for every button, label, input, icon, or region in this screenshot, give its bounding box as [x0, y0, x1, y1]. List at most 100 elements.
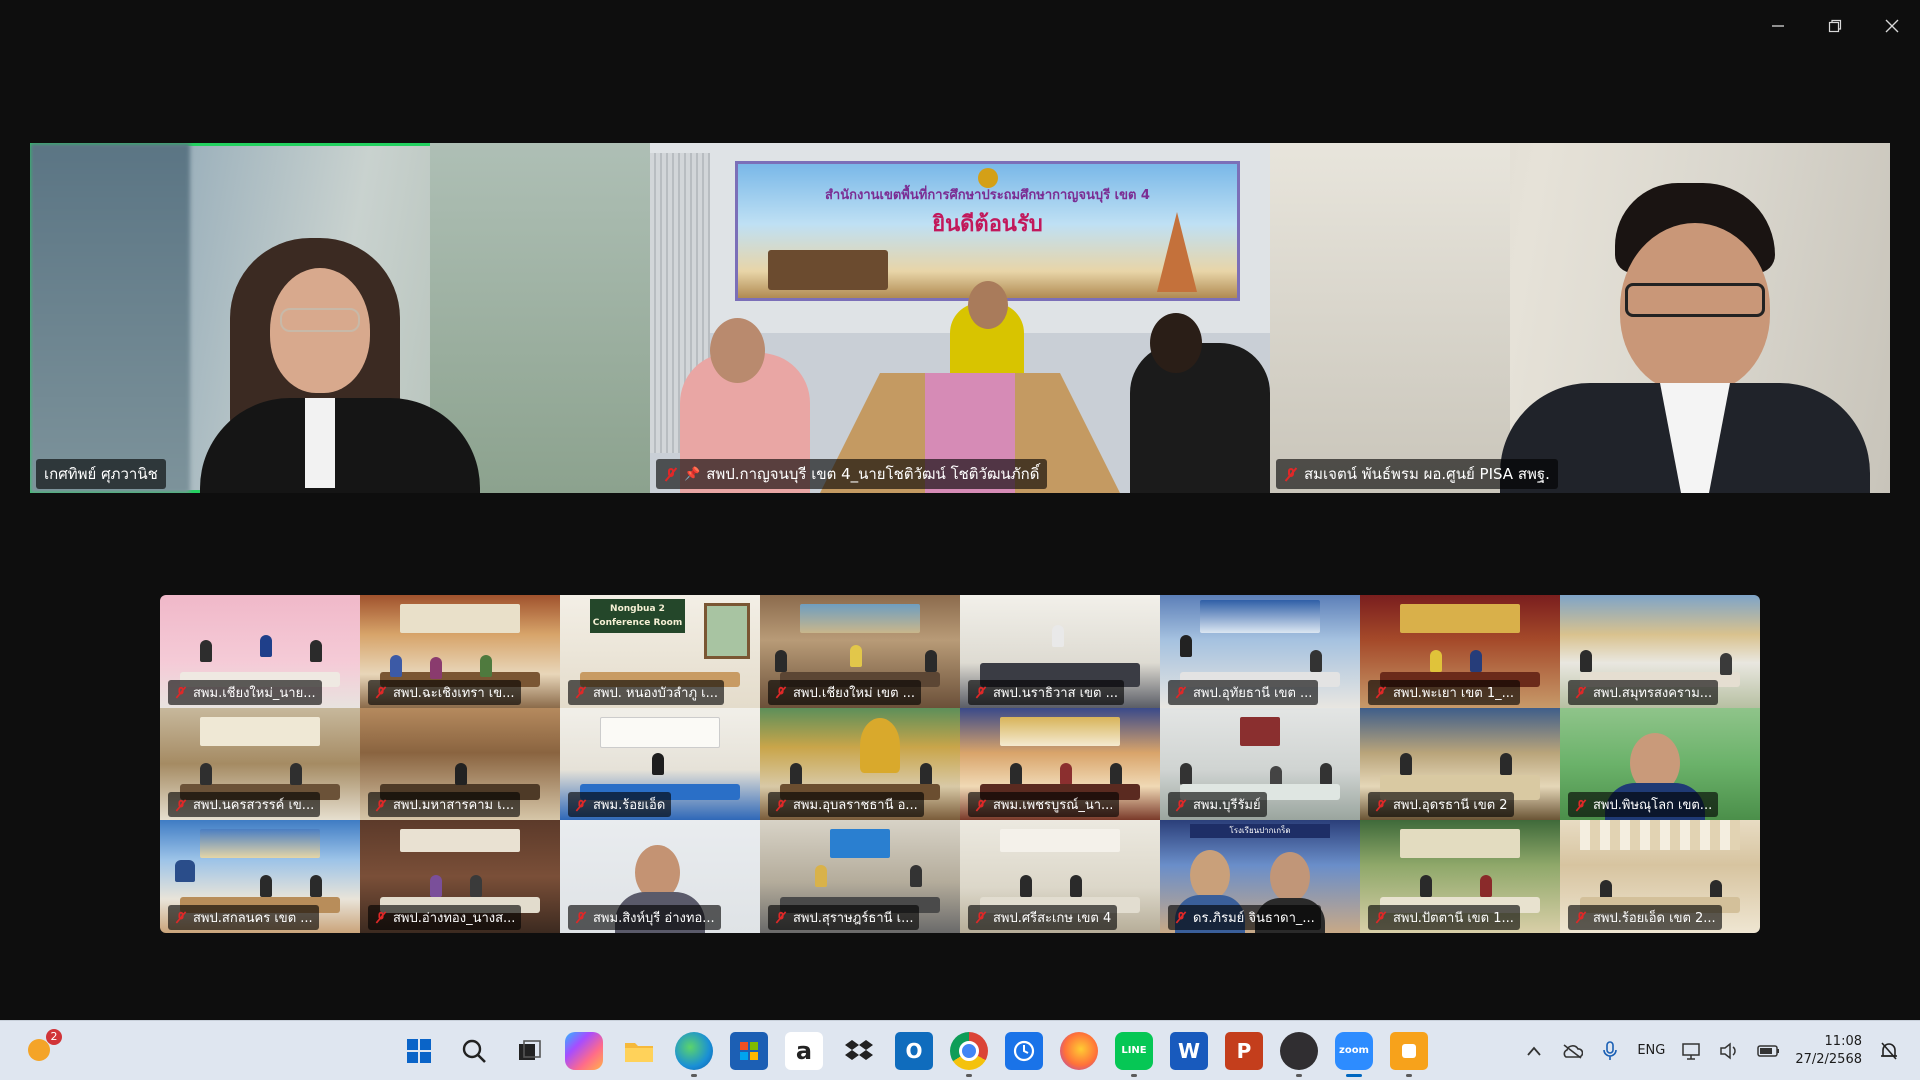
- outlook-icon[interactable]: O: [895, 1031, 933, 1070]
- mic-muted-icon: [975, 911, 987, 923]
- gallery-tile[interactable]: สพป.ปัตตานี เขต 1...: [1360, 820, 1560, 933]
- gallery-tile[interactable]: สพม.บุรีรัมย์: [1160, 707, 1360, 821]
- dropbox-icon[interactable]: [840, 1032, 878, 1070]
- mic-muted-icon: [575, 686, 587, 698]
- mic-muted-icon: [1375, 686, 1387, 698]
- gallery-tile[interactable]: สพป.อุทัยธานี เขต ...: [1160, 595, 1360, 708]
- gallery-tile[interactable]: สพป.พิษณุโลก เขต...: [1560, 707, 1760, 821]
- mic-muted-icon: [1284, 467, 1298, 481]
- clock-time: 11:08: [1824, 1033, 1862, 1049]
- powerpoint-icon[interactable]: P: [1225, 1031, 1263, 1070]
- battery-icon[interactable]: [1757, 1040, 1780, 1062]
- notifications-bell-icon[interactable]: [1878, 1040, 1900, 1062]
- participant-label: สพป.เชียงใหม่ เขต ...: [768, 679, 922, 705]
- participant-label: สพป.อุดรธานี เขต 2: [1368, 792, 1514, 818]
- gallery-tile[interactable]: สพป.นครสวรรค์ เข...: [160, 707, 360, 821]
- word-icon[interactable]: W: [1170, 1031, 1208, 1070]
- weather-widget[interactable]: 2: [24, 1029, 62, 1067]
- gallery-tile[interactable]: สพป.นราธิวาส เขต ...: [960, 595, 1160, 708]
- speaker-tile[interactable]: สมเจตน์ พันธ์พรม ผอ.ศูนย์ PISA สพฐ.: [1270, 143, 1890, 493]
- gallery-tile[interactable]: สพป.สมุทรสงคราม...: [1560, 595, 1760, 708]
- restore-icon[interactable]: [1806, 0, 1863, 52]
- gallery-tile[interactable]: สพม.ร้อยเอ็ด: [560, 707, 760, 821]
- mic-muted-icon: [975, 799, 987, 811]
- mic-muted-icon: [775, 799, 787, 811]
- gallery-tile[interactable]: สพป.ร้อยเอ็ด เขต 2...: [1560, 820, 1760, 933]
- copilot-icon[interactable]: [565, 1031, 603, 1070]
- speaker-tile[interactable]: สำนักงานเขตพื้นที่การศึกษาประถมศึกษากาญจ…: [650, 143, 1270, 493]
- mic-muted-icon: [1175, 799, 1187, 811]
- pin-icon: 📌: [684, 466, 701, 482]
- line-icon[interactable]: LINE: [1115, 1031, 1153, 1077]
- gallery-tile[interactable]: สพป.อุดรธานี เขต 2: [1360, 707, 1560, 821]
- gallery-tile[interactable]: สพป.สกลนคร เขต ...: [160, 820, 360, 933]
- participant-label: สพม.ร้อยเอ็ด: [568, 792, 672, 818]
- participant-video: [1500, 183, 1870, 493]
- minimize-icon[interactable]: [1749, 0, 1806, 52]
- gallery-tile[interactable]: สพป.เชียงใหม่ เขต ...: [760, 595, 960, 708]
- clock[interactable]: 11:08 27/2/2568: [1795, 1033, 1862, 1069]
- gallery-tile[interactable]: สพม.อุบลราชธานี อ...: [760, 707, 960, 821]
- firefox-icon[interactable]: [1060, 1031, 1098, 1070]
- network-icon[interactable]: [1681, 1040, 1703, 1062]
- obs-icon[interactable]: [1280, 1031, 1318, 1077]
- taskbar: 2 a O LINE W P zoom ENG 11:08 27/2/2568: [0, 1020, 1920, 1080]
- windows-start-icon[interactable]: [400, 1032, 438, 1070]
- chevron-up-icon[interactable]: [1523, 1040, 1545, 1062]
- volume-icon[interactable]: [1719, 1040, 1741, 1062]
- clock-app-icon[interactable]: [1005, 1031, 1043, 1070]
- amazon-icon[interactable]: a: [785, 1031, 823, 1070]
- speaker-name-label: เกศทิพย์ ศุภวานิช: [36, 459, 166, 489]
- chrome-icon[interactable]: [950, 1031, 988, 1077]
- speaker-name-label: 📌 สพป.กาญจนบุรี เขต 4_นายโชติวัฒน์ โชติว…: [656, 459, 1048, 489]
- participant-label: สพป.สุราษฎร์ธานี เ...: [768, 904, 920, 930]
- gallery-tile[interactable]: สพม.เชียงใหม่_นาย...: [160, 595, 360, 708]
- mic-muted-icon: [375, 799, 387, 811]
- app-orange-icon[interactable]: [1390, 1031, 1428, 1077]
- weather-icon: [28, 1039, 50, 1061]
- microsoft-store-icon[interactable]: [730, 1031, 768, 1070]
- edge-icon[interactable]: [675, 1031, 713, 1077]
- system-tray: ENG 11:08 27/2/2568: [1523, 1021, 1900, 1080]
- file-explorer-icon[interactable]: [620, 1032, 658, 1070]
- onedrive-offline-icon[interactable]: [1561, 1040, 1584, 1062]
- speaker-tile-active[interactable]: เกศทิพย์ ศุภวานิช: [30, 143, 650, 493]
- gallery-tile[interactable]: สพม.เพชรบูรณ์_นา...: [960, 707, 1160, 821]
- gallery-tile[interactable]: สพป.ฉะเชิงเทรา เข...: [360, 595, 560, 708]
- gallery-grid: สพม.เชียงใหม่_นาย... สพป.ฉะเชิงเทรา เข..…: [160, 595, 1760, 933]
- close-icon[interactable]: [1863, 0, 1920, 52]
- participant-label: สพป.สกลนคร เขต ...: [168, 904, 319, 930]
- gallery-tile[interactable]: สพป.อ่างทอง_นางส...: [360, 820, 560, 933]
- search-icon[interactable]: [455, 1032, 493, 1070]
- gallery-tile[interactable]: โรงเรียนปากเกร็ด ดร.ภิรมย์ จินธาดา_...: [1160, 820, 1360, 933]
- participant-label: สพป.พิษณุโลก เขต...: [1568, 792, 1719, 818]
- language-indicator[interactable]: ENG: [1637, 1043, 1665, 1058]
- mic-muted-icon: [775, 686, 787, 698]
- gallery-tile[interactable]: สพป.ศรีสะเกษ เขต 4: [960, 820, 1160, 933]
- microphone-icon[interactable]: [1599, 1040, 1621, 1062]
- participant-label: สพป.อุทัยธานี เขต ...: [1168, 679, 1319, 705]
- mic-muted-icon: [975, 686, 987, 698]
- gallery-tile[interactable]: สพป.มหาสารคาม เ...: [360, 707, 560, 821]
- participant-label: สพม.เชียงใหม่_นาย...: [168, 679, 322, 705]
- task-view-icon[interactable]: [510, 1032, 548, 1070]
- gallery-tile[interactable]: สพป.พะเยา เขต 1_...: [1360, 595, 1560, 708]
- mic-muted-icon: [575, 911, 587, 923]
- participant-label: สพป. หนองบัวลำภู เ...: [568, 679, 724, 705]
- participant-label: สพป.อ่างทอง_นางส...: [368, 904, 522, 930]
- participant-label: สพป.ร้อยเอ็ด เขต 2...: [1568, 904, 1722, 930]
- participant-label: สพม.อุบลราชธานี อ...: [768, 792, 924, 818]
- participant-label: สพป.มหาสารคาม เ...: [368, 792, 521, 818]
- gallery-tile[interactable]: สพม.สิงห์บุรี อ่างทอ...: [560, 820, 760, 933]
- participant-label: สพม.บุรีรัมย์: [1168, 792, 1267, 818]
- gallery-tile[interactable]: Nongbua 2 Conference Room สพป. หนองบัวลำ…: [560, 595, 760, 708]
- mic-muted-icon: [175, 799, 187, 811]
- mic-muted-icon: [1575, 911, 1587, 923]
- gallery-tile[interactable]: สพป.สุราษฎร์ธานี เ...: [760, 820, 960, 933]
- participant-label: สพป.พะเยา เขต 1_...: [1368, 679, 1521, 705]
- participant-video: [200, 238, 480, 493]
- zoom-icon[interactable]: zoom: [1335, 1031, 1373, 1077]
- school-banner: โรงเรียนปากเกร็ด: [1190, 824, 1330, 839]
- participant-label: สพป.นครสวรรค์ เข...: [168, 792, 321, 818]
- participant-label: สพป.นราธิวาส เขต ...: [968, 679, 1124, 705]
